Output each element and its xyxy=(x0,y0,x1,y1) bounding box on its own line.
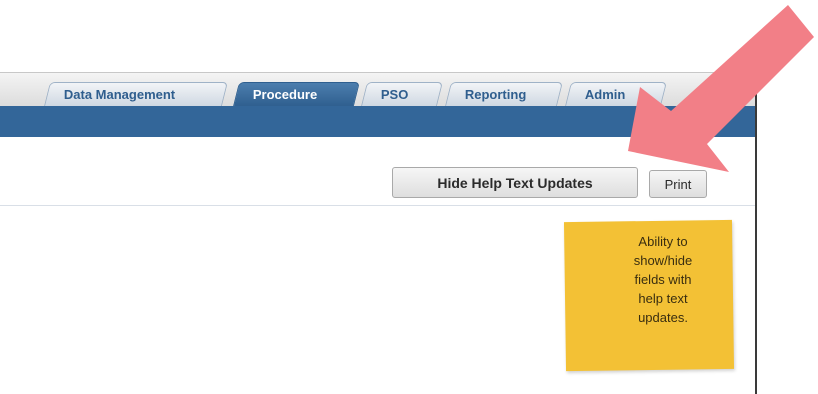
arrow-shape xyxy=(628,5,814,172)
arrow-icon xyxy=(628,5,814,172)
tab-procedure[interactable]: Procedure xyxy=(233,82,360,106)
tab-label: Procedure xyxy=(252,87,318,102)
